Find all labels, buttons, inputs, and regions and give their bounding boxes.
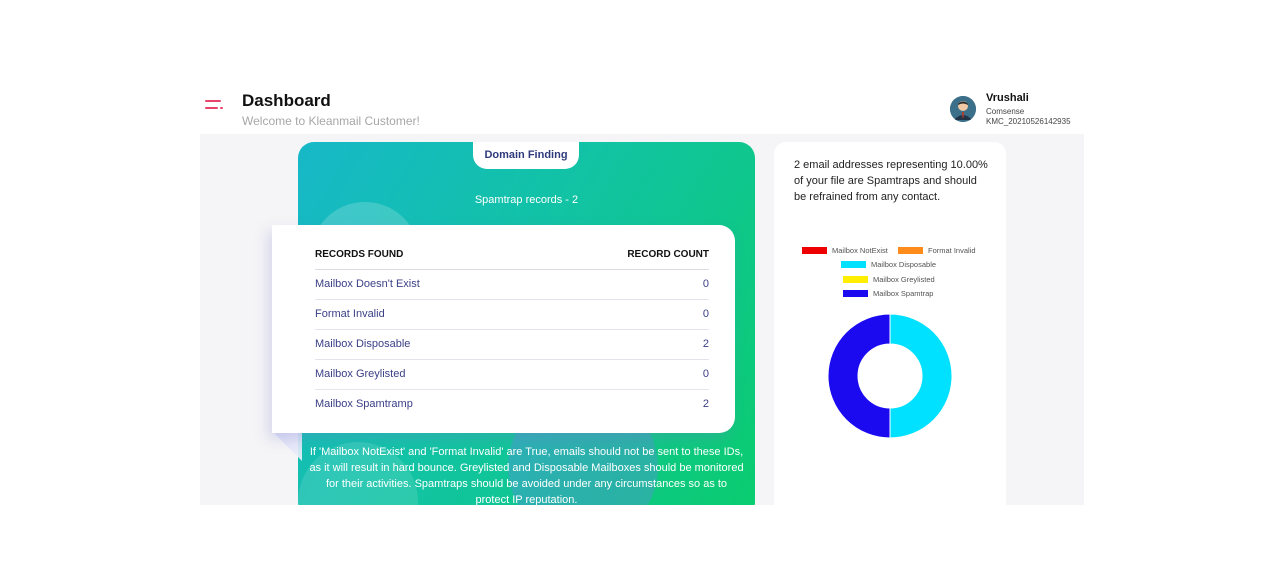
donut-slice-mailbox-spamtrap[interactable]: [827, 313, 891, 439]
legend-label: Mailbox NotExist: [832, 246, 888, 255]
spamtrap-records-title: Spamtrap records - 2: [474, 194, 579, 206]
donut-chart[interactable]: [826, 312, 954, 440]
column-header-records-found: RECORDS FOUND: [315, 241, 537, 270]
donut-chart-svg: [827, 313, 953, 439]
legend-label: Mailbox Disposable: [871, 260, 937, 269]
record-count: 0: [536, 299, 709, 330]
legend-swatch: [898, 247, 923, 254]
record-count: 0: [536, 269, 709, 300]
legend-swatch: [843, 290, 868, 297]
spamtrap-summary-text: 2 email addresses representing 10.00% of…: [794, 159, 988, 203]
table-row: Format Invalid 0: [315, 299, 709, 330]
table-row: Mailbox Spamtramp 2: [315, 389, 709, 419]
tab-domain-finding[interactable]: Domain Finding: [473, 142, 579, 169]
avatar[interactable]: [950, 96, 976, 122]
table-header-row: RECORDS FOUND RECORD COUNT: [315, 241, 709, 270]
legend-label: Mailbox Spamtrap: [873, 289, 934, 298]
records-table: RECORDS FOUND RECORD COUNT Mailbox Doesn…: [315, 241, 709, 419]
header: Dashboard Welcome to Kleanmail Customer!…: [200, 84, 1084, 134]
record-count: 2: [536, 329, 709, 360]
record-label: Mailbox Doesn't Exist: [315, 269, 537, 300]
hamburger-menu-icon[interactable]: [205, 100, 223, 116]
record-count: 0: [536, 359, 709, 390]
table-row: Mailbox Greylisted 0: [315, 359, 709, 390]
spamtrap-summary-card: 2 email addresses representing 10.00% of…: [774, 142, 1006, 505]
user-company: Comsense: [986, 107, 1025, 116]
legend-item-mailbox-spamtrap[interactable]: Mailbox Spamtrap: [843, 289, 933, 298]
column-header-record-count: RECORD COUNT: [536, 241, 709, 270]
donut-slice-mailbox-disposable[interactable]: [889, 313, 953, 439]
recommendation-note: If 'Mailbox NotExist' and 'Format Invali…: [309, 446, 744, 505]
legend-label: Mailbox Greylisted: [873, 275, 935, 284]
page-title: Dashboard: [242, 91, 331, 110]
dashboard-content: Domain Finding Spamtrap records - 2 If '…: [200, 134, 1084, 505]
legend-swatch: [802, 247, 827, 254]
user-profile[interactable]: Vrushali Comsense KMC_20210526142935: [950, 90, 1084, 130]
table-row: Mailbox Doesn't Exist 0: [315, 269, 709, 300]
legend-item-mailbox-disposable[interactable]: Mailbox Disposable: [841, 260, 936, 269]
card-shadow-tail: [272, 431, 302, 461]
user-id: KMC_20210526142935: [986, 117, 1071, 126]
legend-item-mailbox-greylisted[interactable]: Mailbox Greylisted: [843, 275, 935, 284]
legend-item-format-invalid[interactable]: Format Invalid: [898, 246, 976, 255]
record-label: Format Invalid: [315, 299, 537, 330]
record-label: Mailbox Disposable: [315, 329, 537, 360]
record-label: Mailbox Greylisted: [315, 359, 537, 390]
legend-label: Format Invalid: [928, 246, 976, 255]
page-subtitle: Welcome to Kleanmail Customer!: [242, 114, 420, 128]
legend-swatch: [841, 261, 866, 268]
records-table-card: RECORDS FOUND RECORD COUNT Mailbox Doesn…: [272, 225, 735, 433]
legend-swatch: [843, 276, 868, 283]
record-label: Mailbox Spamtramp: [315, 398, 413, 411]
user-name: Vrushali: [986, 92, 1029, 104]
legend-item-mailbox-notexist[interactable]: Mailbox NotExist: [802, 246, 888, 255]
record-count: 2: [702, 398, 709, 411]
table-row: Mailbox Disposable 2: [315, 329, 709, 360]
